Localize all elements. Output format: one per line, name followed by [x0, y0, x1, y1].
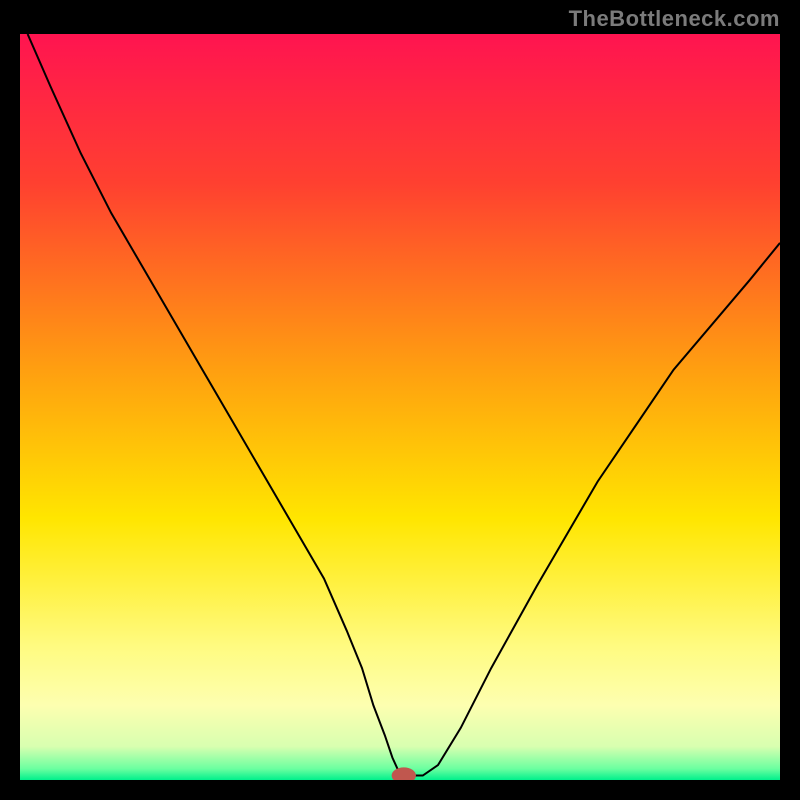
plot-svg: [20, 34, 780, 780]
plot-background: [20, 34, 780, 780]
watermark-label: TheBottleneck.com: [569, 6, 780, 32]
chart-container: TheBottleneck.com: [0, 0, 800, 800]
plot-frame: [20, 34, 780, 780]
